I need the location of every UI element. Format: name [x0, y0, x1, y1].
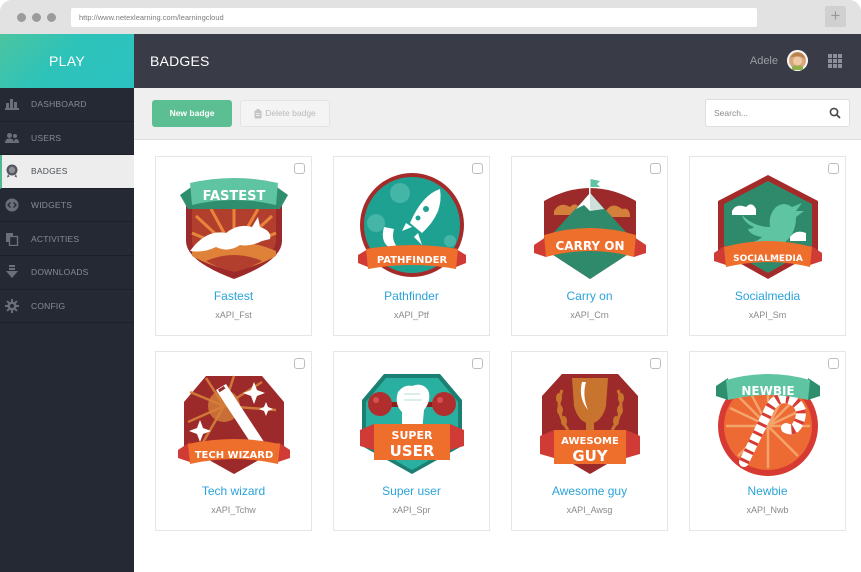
address-bar[interactable]: http://www.netexlearning.com/learningclo…: [71, 8, 757, 27]
badge-name[interactable]: Awesome guy: [512, 484, 667, 498]
search-icon[interactable]: [829, 107, 841, 119]
badge-card-super-user[interactable]: SUPER USER Super user xAPI_Spr: [333, 351, 490, 531]
badge-banner-text: CARRY ON: [555, 239, 624, 253]
badge-banner-text: SUPER: [392, 429, 433, 442]
delete-badge-label: Delete badge: [265, 108, 316, 118]
top-bar: BADGES Adele: [134, 34, 861, 88]
badge-name[interactable]: Pathfinder: [334, 289, 489, 303]
badge-image-awesome-guy: AWESOME GUY: [540, 374, 640, 474]
sidebar-item-widgets[interactable]: WIDGETS: [0, 189, 134, 223]
badge-image-super-user: SUPER USER: [360, 374, 464, 474]
badge-checkbox[interactable]: [828, 163, 839, 174]
badge-code: xAPI_Nwb: [746, 505, 789, 515]
brand-logo[interactable]: PLAY: [0, 34, 134, 88]
gear-icon: [5, 298, 19, 313]
sidebar-item-label: DASHBOARD: [31, 99, 87, 110]
badge-name[interactable]: Socialmedia: [690, 289, 845, 303]
badge-code: xAPI_Sm: [748, 310, 787, 320]
badge-checkbox[interactable]: [650, 163, 661, 174]
badge-banner-text: SOCIALMEDIA: [733, 254, 803, 264]
badge-name[interactable]: Fastest: [156, 289, 311, 303]
badge-checkbox[interactable]: [294, 163, 305, 174]
badge-checkbox[interactable]: [650, 358, 661, 369]
badge-card-tech-wizard[interactable]: TECH WIZARD Tech wizard xAPI_Tchw: [155, 351, 312, 531]
bar-chart-icon: [5, 97, 19, 111]
badge-banner-text: NEWBIE: [741, 384, 794, 398]
badge-banner-text: AWESOME: [561, 436, 619, 447]
badge-name[interactable]: Newbie: [690, 484, 845, 498]
badge-checkbox[interactable]: [472, 358, 483, 369]
page-title: BADGES: [150, 53, 210, 69]
sidebar-item-label: USERS: [31, 132, 62, 143]
badge-image-tech-wizard: TECH WIZARD: [178, 375, 290, 474]
new-tab-button[interactable]: +: [825, 6, 846, 27]
badge-code: xAPI_Fst: [215, 310, 252, 320]
window-control-dot[interactable]: [47, 13, 56, 22]
badge-card-carry-on[interactable]: CARRY ON Carry on xAPI_Crn: [511, 156, 668, 336]
search-box[interactable]: [705, 99, 850, 127]
window-control-dot[interactable]: [17, 13, 26, 22]
badge-image-fastest: FASTEST: [180, 178, 288, 279]
code-icon: [5, 198, 19, 212]
delete-badge-button[interactable]: Delete badge: [240, 100, 330, 127]
badge-image-newbie: NEWBIE: [716, 374, 820, 476]
badge-card-fastest[interactable]: FASTEST Fastest xAPI_Fst: [155, 156, 312, 336]
badge-code: xAPI_Crn: [570, 310, 609, 320]
sidebar: DASHBOARD USERS BADGES WIDGETS ACTIVITIE…: [0, 88, 134, 572]
browser-window: http://www.netexlearning.com/learningclo…: [0, 0, 861, 572]
badge-card-socialmedia[interactable]: SOCIALMEDIA Socialmedia xAPI_Sm: [689, 156, 846, 336]
new-badge-button[interactable]: New badge: [152, 100, 232, 127]
users-icon: [5, 131, 19, 145]
download-icon: [5, 265, 19, 279]
sidebar-item-label: WIDGETS: [31, 200, 73, 211]
badge-icon: [5, 164, 19, 178]
badge-code: xAPI_Spr: [392, 505, 431, 515]
badge-checkbox[interactable]: [828, 358, 839, 369]
sidebar-item-badges[interactable]: BADGES: [0, 155, 134, 189]
badge-name[interactable]: Super user: [334, 484, 489, 498]
toolbar: New badge Delete badge: [134, 88, 861, 140]
main-content: New badge Delete badge Search... FASTEST…: [134, 88, 861, 572]
sidebar-item-label: CONFIG: [31, 300, 66, 311]
badge-banner-text: TECH WIZARD: [195, 450, 274, 461]
badge-banner-text: FASTEST: [203, 189, 266, 204]
sidebar-item-config[interactable]: CONFIG: [0, 290, 134, 324]
badge-code: xAPI_Ptf: [393, 310, 429, 320]
badge-card-newbie[interactable]: NEWBIE Newbie xAPI_Nwb: [689, 351, 846, 531]
sidebar-item-label: ACTIVITIES: [31, 233, 80, 244]
sidebar-item-label: DOWNLOADS: [31, 267, 89, 278]
sidebar-item-label: BADGES: [31, 166, 68, 177]
search-input[interactable]: [714, 100, 824, 126]
badge-code: xAPI_Tchw: [211, 505, 256, 515]
avatar[interactable]: [787, 50, 808, 71]
badge-checkbox[interactable]: [294, 358, 305, 369]
badge-checkbox[interactable]: [472, 163, 483, 174]
browser-chrome: http://www.netexlearning.com/learningclo…: [0, 0, 861, 34]
window-control-dot[interactable]: [32, 13, 41, 22]
badge-name[interactable]: Tech wizard: [156, 484, 311, 498]
badge-name[interactable]: Carry on: [512, 289, 667, 303]
sidebar-item-downloads[interactable]: DOWNLOADS: [0, 256, 134, 290]
sidebar-item-activities[interactable]: ACTIVITIES: [0, 222, 134, 256]
sidebar-item-users[interactable]: USERS: [0, 122, 134, 156]
badge-code: xAPI_Awsg: [566, 505, 613, 515]
badge-image-pathfinder: PATHFINDER: [358, 173, 466, 277]
badge-image-carry-on: CARRY ON: [534, 179, 646, 279]
apps-grid-icon[interactable]: [828, 54, 842, 68]
sidebar-item-dashboard[interactable]: DASHBOARD: [0, 88, 134, 122]
badge-card-awesome-guy[interactable]: AWESOME GUY Awesome guy xAPI_Awsg: [511, 351, 668, 531]
user-name[interactable]: Adele: [750, 34, 778, 88]
badge-banner-text: GUY: [572, 447, 608, 465]
badge-banner-text: PATHFINDER: [377, 255, 448, 266]
badge-banner-text: USER: [390, 442, 435, 460]
badge-image-socialmedia: SOCIALMEDIA: [714, 175, 822, 279]
badge-card-pathfinder[interactable]: PATHFINDER Pathfinder xAPI_Ptf: [333, 156, 490, 336]
copy-icon: [5, 232, 19, 246]
trash-icon: [254, 108, 262, 118]
